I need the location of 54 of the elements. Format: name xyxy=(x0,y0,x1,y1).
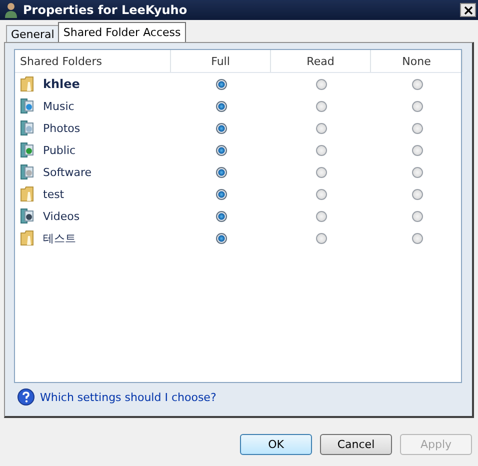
tab[interactable]: General xyxy=(6,25,60,42)
radio-button[interactable] xyxy=(216,100,226,112)
column-header[interactable]: Shared Folders xyxy=(15,50,171,72)
library-folder-icon xyxy=(20,120,34,136)
radio-button[interactable] xyxy=(216,210,226,222)
folder-name: Public xyxy=(43,144,76,156)
radio-button[interactable] xyxy=(216,78,226,90)
radio-button[interactable] xyxy=(216,188,226,200)
radio-button[interactable] xyxy=(216,122,226,134)
folder-name: Videos xyxy=(43,210,80,222)
dialog-button[interactable]: OK xyxy=(240,434,312,455)
radio-button[interactable] xyxy=(412,188,422,200)
radio-button[interactable] xyxy=(412,144,422,156)
folder-icon xyxy=(20,186,34,202)
column-header[interactable]: None xyxy=(371,50,463,72)
radio-button[interactable] xyxy=(412,232,422,244)
column-header[interactable]: Read xyxy=(271,50,371,72)
folder-icon xyxy=(20,76,34,92)
help-link[interactable]: Which settings should I choose? xyxy=(40,390,216,404)
radio-button[interactable] xyxy=(412,78,422,90)
radio-button[interactable] xyxy=(216,144,226,156)
radio-button[interactable] xyxy=(316,122,326,134)
library-folder-icon xyxy=(20,164,34,180)
library-folder-icon xyxy=(20,98,34,114)
folder-name: Photos xyxy=(43,122,80,134)
radio-button[interactable] xyxy=(412,100,422,112)
radio-button[interactable] xyxy=(412,166,422,178)
close-button[interactable] xyxy=(460,3,476,17)
column-header[interactable]: Full xyxy=(171,50,271,72)
radio-button[interactable] xyxy=(316,166,326,178)
radio-button[interactable] xyxy=(316,144,326,156)
close-icon xyxy=(464,6,472,14)
dialog-button[interactable]: Cancel xyxy=(320,434,392,455)
radio-button[interactable] xyxy=(316,100,326,112)
folder-name: Music xyxy=(43,100,74,112)
radio-button[interactable] xyxy=(216,166,226,178)
radio-button[interactable] xyxy=(412,122,422,134)
folder-name: test xyxy=(43,188,64,200)
folder-name: khlee xyxy=(43,77,80,91)
radio-button[interactable] xyxy=(316,78,326,90)
radio-button[interactable] xyxy=(316,210,326,222)
window-title: Properties for LeeKyuho xyxy=(23,3,188,17)
help-icon xyxy=(17,388,35,406)
radio-button[interactable] xyxy=(412,210,422,222)
radio-button[interactable] xyxy=(216,232,226,244)
radio-button[interactable] xyxy=(316,232,326,244)
folder-name: 테스트 xyxy=(43,230,76,246)
radio-button[interactable] xyxy=(316,188,326,200)
folder-name: Software xyxy=(43,166,92,178)
user-icon xyxy=(4,2,18,18)
folder-icon xyxy=(20,230,34,246)
tab[interactable]: Shared Folder Access xyxy=(58,22,186,42)
library-folder-icon xyxy=(20,142,34,158)
library-folder-icon xyxy=(20,208,34,224)
